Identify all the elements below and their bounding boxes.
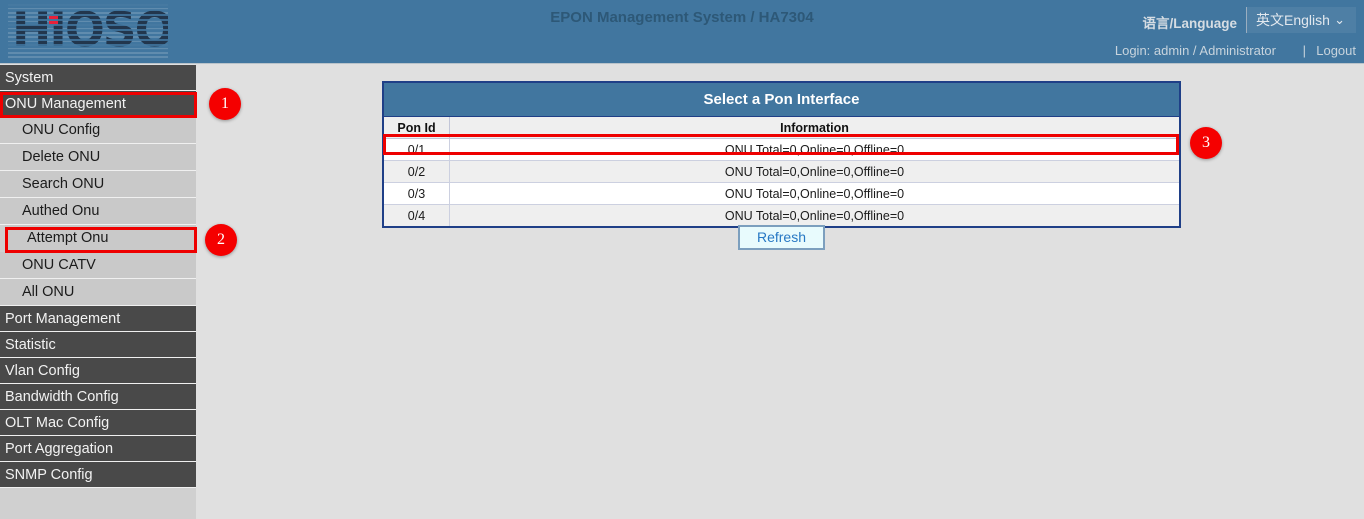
pon-interface-panel: Select a Pon Interface Pon Id Informatio… xyxy=(382,81,1181,228)
table-row[interactable]: 0/3 ONU Total=0,Online=0,Offline=0 xyxy=(384,183,1179,205)
cell-information: ONU Total=0,Online=0,Offline=0 xyxy=(450,161,1180,183)
annotation-marker-2: 2 xyxy=(205,224,237,256)
sidebar-item-delete-onu[interactable]: Delete ONU xyxy=(0,144,196,171)
sidebar-item-onu-management[interactable]: ONU Management xyxy=(0,91,196,117)
sidebar-item-olt-mac-config[interactable]: OLT Mac Config xyxy=(0,410,196,436)
cell-pon-id: 0/1 xyxy=(384,139,450,161)
sidebar-item-bandwidth-config[interactable]: Bandwidth Config xyxy=(0,384,196,410)
app-header: HIOSO EPON Management System / HA7304 语言… xyxy=(0,0,1364,64)
refresh-button[interactable]: Refresh xyxy=(738,225,825,250)
login-info: Login: admin / Administrator xyxy=(1115,43,1276,58)
table-row[interactable]: 0/2 ONU Total=0,Online=0,Offline=0 xyxy=(384,161,1179,183)
logout-link[interactable]: Logout xyxy=(1316,43,1356,58)
sidebar-item-system[interactable]: System xyxy=(0,65,196,91)
cell-pon-id: 0/3 xyxy=(384,183,450,205)
column-header-information: Information xyxy=(450,117,1180,139)
logout-separator: | xyxy=(1303,43,1306,58)
sidebar-item-authed-onu[interactable]: Authed Onu xyxy=(0,198,196,225)
sidebar-item-vlan-config[interactable]: Vlan Config xyxy=(0,358,196,384)
sidebar-item-onu-catv[interactable]: ONU CATV xyxy=(0,252,196,279)
column-header-pon-id: Pon Id xyxy=(384,117,450,139)
table-header-row: Pon Id Information xyxy=(384,117,1179,139)
sidebar-item-onu-config[interactable]: ONU Config xyxy=(0,117,196,144)
chevron-down-icon: ⌄ xyxy=(1334,7,1345,33)
sidebar-item-all-onu[interactable]: All ONU xyxy=(0,279,196,306)
refresh-button-container: Refresh xyxy=(382,225,1181,250)
language-select[interactable]: 英文English ⌄ xyxy=(1246,7,1356,33)
table-row[interactable]: 0/1 ONU Total=0,Online=0,Offline=0 xyxy=(384,139,1179,161)
sidebar-item-port-management[interactable]: Port Management xyxy=(0,306,196,332)
panel-title: Select a Pon Interface xyxy=(384,83,1179,117)
cell-pon-id: 0/2 xyxy=(384,161,450,183)
annotation-marker-3: 3 xyxy=(1190,127,1222,159)
sidebar-item-snmp-config[interactable]: SNMP Config xyxy=(0,462,196,488)
pon-interface-table: Pon Id Information 0/1 ONU Total=0,Onlin… xyxy=(384,117,1179,226)
cell-information: ONU Total=0,Online=0,Offline=0 xyxy=(450,205,1180,227)
language-label: 语言/Language xyxy=(1142,12,1237,32)
cell-information: ONU Total=0,Online=0,Offline=0 xyxy=(450,183,1180,205)
sidebar-item-statistic[interactable]: Statistic xyxy=(0,332,196,358)
cell-pon-id: 0/4 xyxy=(384,205,450,227)
sidebar-item-attempt-onu[interactable]: Attempt Onu xyxy=(5,225,196,252)
sidebar-item-search-onu[interactable]: Search ONU xyxy=(0,171,196,198)
sidebar: System ONU Management ONU Config Delete … xyxy=(0,65,196,519)
annotation-marker-1: 1 xyxy=(209,88,241,120)
main-content: Select a Pon Interface Pon Id Informatio… xyxy=(196,65,1364,519)
language-select-value: 英文English xyxy=(1256,12,1330,28)
sidebar-item-port-aggregation[interactable]: Port Aggregation xyxy=(0,436,196,462)
cell-information: ONU Total=0,Online=0,Offline=0 xyxy=(450,139,1180,161)
table-row[interactable]: 0/4 ONU Total=0,Online=0,Offline=0 xyxy=(384,205,1179,227)
